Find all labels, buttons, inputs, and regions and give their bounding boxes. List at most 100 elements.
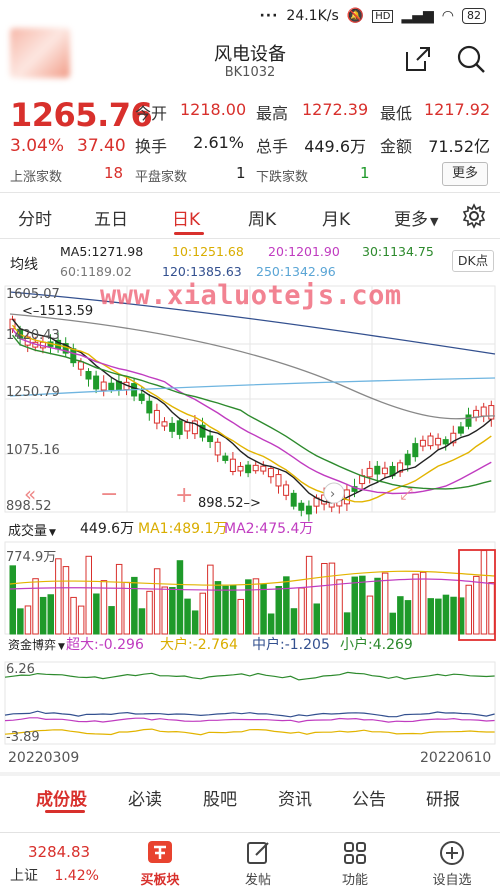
y-axis-top: 1605.07 — [6, 287, 60, 302]
volume-bar — [366, 595, 374, 635]
tab-constituents[interactable]: 成份股 — [36, 785, 87, 810]
flat-count: 1 — [236, 164, 246, 182]
volume-bar — [191, 610, 199, 635]
candle — [153, 403, 160, 430]
dk-point-button[interactable]: DK点 — [452, 250, 494, 272]
share-icon[interactable] — [403, 44, 433, 74]
y-axis-3: 1420.43 — [6, 328, 60, 343]
low-price-mark: 898.52–> — [198, 496, 261, 511]
index-pct: 1.42% — [54, 868, 99, 884]
volume-bar — [275, 585, 282, 635]
volume-bar — [47, 594, 54, 635]
capital-lines — [4, 671, 495, 736]
candle — [457, 421, 464, 437]
volume-bar — [321, 563, 328, 635]
high-value: 1272.39 — [302, 100, 369, 119]
candle — [260, 461, 267, 475]
tab-news[interactable]: 资讯 — [278, 785, 312, 810]
candle — [252, 461, 259, 474]
tab-daily-k[interactable]: 日K — [172, 205, 200, 230]
capital-title[interactable]: 资金博弈 ▼ — [8, 636, 65, 653]
tab-monthly-k[interactable]: 月K — [322, 205, 350, 230]
candle — [473, 405, 480, 422]
candle — [275, 469, 282, 494]
volume-bar — [313, 603, 320, 635]
volume-bar — [488, 582, 495, 635]
candle — [381, 461, 388, 478]
nav-functions-label: 功能 — [341, 873, 368, 888]
candle — [214, 438, 221, 463]
divider — [0, 772, 500, 776]
candle — [397, 459, 404, 477]
tab-announcements[interactable]: 公告 — [352, 785, 386, 810]
volume-label: 总手 — [256, 137, 289, 156]
volume-bar — [176, 560, 184, 635]
tab-five-day[interactable]: 五日 — [94, 205, 128, 230]
candle — [298, 500, 305, 517]
tab-more-label: 更多 — [394, 210, 428, 230]
signal-icon: ▂▄▆ — [401, 8, 434, 24]
capital-axis-top: 6.26 — [6, 662, 35, 677]
candle — [115, 375, 122, 396]
y-axis-5: 1075.16 — [6, 443, 60, 458]
ma-lines — [9, 291, 496, 504]
turnover-label: 换手 — [135, 137, 168, 156]
low-price-mark-value: 898.52 — [198, 496, 244, 511]
volume-bar — [153, 568, 161, 635]
volume-bar — [24, 605, 32, 635]
tab-more[interactable]: 更多 ▼ — [394, 205, 438, 230]
capital-axis-bottom: -3.89 — [6, 730, 40, 745]
volume-bar — [229, 584, 237, 635]
zoom-out-icon[interactable]: − — [100, 482, 118, 507]
tab-research[interactable]: 研报 — [426, 785, 460, 810]
volume-bar — [465, 584, 472, 635]
nav-add-watchlist[interactable]: 设自选 — [412, 839, 492, 888]
tab-intraday[interactable]: 分时 — [18, 205, 52, 230]
fullscreen-icon[interactable]: ⤢ — [400, 484, 413, 503]
status-bar: ··· 24.1K/s 🔕 HD ▂▄▆ ◠ 82 — [0, 0, 500, 32]
capital-small: 小户:4.269 — [340, 637, 413, 653]
volume-current: 449.6万 — [80, 521, 135, 537]
capital-title-label: 资金博弈 — [8, 638, 57, 652]
volume-bar — [199, 592, 206, 635]
nav-buy-sector[interactable]: 买板块 — [120, 839, 200, 888]
chevron-right-icon: › — [330, 487, 335, 502]
wifi-icon: ◠ — [441, 8, 454, 24]
nav-post-label: 发帖 — [244, 873, 271, 888]
more-button[interactable]: 更多 — [442, 162, 488, 186]
candlestick-series — [9, 315, 495, 522]
volume-bar — [290, 608, 298, 635]
nav-post[interactable]: 发帖 — [218, 839, 298, 888]
nav-functions[interactable]: 功能 — [315, 839, 395, 888]
volume-bar — [245, 579, 252, 635]
capital-line — [4, 710, 495, 718]
bell-mute-icon: 🔕 — [346, 8, 365, 24]
ma10-value: 10:1251.68 — [172, 244, 244, 259]
volume-bar — [328, 562, 336, 635]
capital-line — [4, 717, 495, 723]
battery-indicator: 82 — [462, 8, 486, 24]
volume-bar — [404, 600, 412, 635]
tab-must-read[interactable]: 必读 — [128, 785, 162, 810]
amount-value: 71.52亿 — [428, 137, 490, 156]
change-percent: 3.04% — [10, 136, 65, 156]
candle — [283, 480, 290, 501]
zoom-in-icon[interactable]: + — [175, 483, 193, 508]
search-icon[interactable] — [456, 44, 486, 74]
tab-weekly-k[interactable]: 周K — [248, 205, 276, 230]
volume-ma2: MA2:475.4万 — [224, 521, 314, 537]
ma-line — [11, 318, 492, 504]
date-end: 20220610 — [420, 750, 492, 766]
volume-bar — [298, 587, 305, 635]
volume-bar — [207, 564, 214, 635]
volume-title[interactable]: 成交量 ▼ — [8, 520, 56, 539]
index-ticker[interactable]: 3284.83 上证 1.42% — [10, 843, 120, 885]
volume-bar — [39, 596, 47, 635]
ma-title[interactable]: 均线 — [10, 254, 38, 274]
volume-bar — [138, 608, 146, 635]
candle — [290, 489, 297, 510]
tab-forum[interactable]: 股吧 — [203, 785, 237, 810]
gear-icon[interactable] — [461, 203, 487, 229]
high-label: 最高 — [256, 104, 289, 123]
volume-bar — [260, 584, 267, 635]
